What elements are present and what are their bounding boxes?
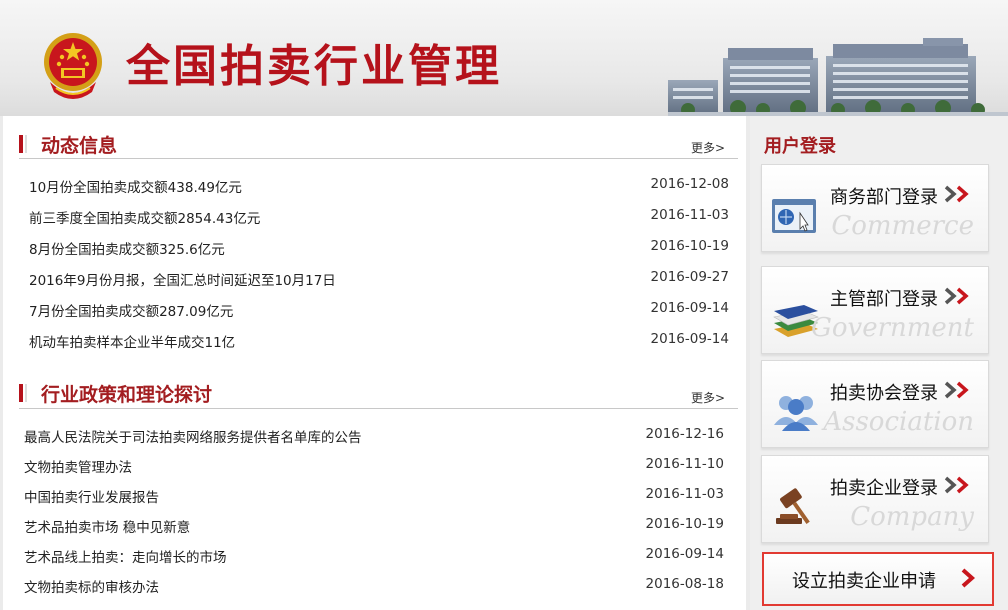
policy-item-title[interactable]: 最高人民法院关于司法拍卖网络服务提供者名单库的公告 <box>24 426 362 446</box>
news-section-title: 动态信息 <box>41 135 118 157</box>
policy-item-date: 2016-09-14 <box>645 546 724 562</box>
association-login-label: 拍卖协会登录 <box>830 383 938 404</box>
apply-auction-company-button[interactable]: 设立拍卖企业申请 <box>762 552 994 606</box>
commerce-login-label: 商务部门登录 <box>830 187 938 208</box>
main-content: 动态信息 更多> 10月份全国拍卖成交额438.49亿元 2016-12-08 前… <box>3 116 746 610</box>
news-list: 10月份全国拍卖成交额438.49亿元 2016-12-08 前三季度全国拍卖成交… <box>29 176 729 356</box>
policy-item-date: 2016-11-10 <box>645 456 724 472</box>
government-login-label: 主管部门登录 <box>830 289 938 310</box>
policy-item-title[interactable]: 文物拍卖标的审核办法 <box>24 576 159 596</box>
chevron-right-icon <box>961 568 976 588</box>
policy-item-title[interactable]: 文物拍卖管理办法 <box>24 456 132 476</box>
association-login-button[interactable]: 拍卖协会登录 Association <box>761 360 989 448</box>
news-item-title[interactable]: 2016年9月份月报，全国汇总时间延迟至10月17日 <box>29 269 336 289</box>
policy-divider <box>19 408 738 409</box>
commerce-login-english: Commerce <box>831 211 974 241</box>
policy-section-title: 行业政策和理论探讨 <box>41 384 213 406</box>
news-item-title[interactable]: 10月份全国拍卖成交额438.49亿元 <box>29 176 242 196</box>
news-item-title[interactable]: 7月份全国拍卖成交额287.09亿元 <box>29 300 233 320</box>
news-section-header: 动态信息 <box>19 131 739 157</box>
section-marker-secondary <box>25 135 27 153</box>
policy-item[interactable]: 文物拍卖管理办法 2016-11-10 <box>24 456 724 476</box>
news-item[interactable]: 10月份全国拍卖成交额438.49亿元 2016-12-08 <box>29 176 729 196</box>
policy-item[interactable]: 文物拍卖标的审核办法 2016-08-18 <box>24 576 724 596</box>
news-item-title[interactable]: 8月份全国拍卖成交额325.6亿元 <box>29 238 225 258</box>
policy-more-link[interactable]: 更多> <box>691 389 725 406</box>
login-sidebar: 用户登录 商务部门登录 Commerce 主管部门登录 Government 拍… <box>750 116 1008 610</box>
policy-item-title[interactable]: 艺术品线上拍卖：走向增长的市场 <box>24 546 227 566</box>
news-divider <box>19 158 738 159</box>
news-item[interactable]: 2016年9月份月报，全国汇总时间延迟至10月17日 2016-09-27 <box>29 269 729 289</box>
company-login-english: Company <box>850 502 974 532</box>
double-chevron-right-icon <box>944 185 969 203</box>
news-item-title[interactable]: 前三季度全国拍卖成交额2854.43亿元 <box>29 207 260 227</box>
policy-item[interactable]: 中国拍卖行业发展报告 2016-11-03 <box>24 486 724 506</box>
association-login-english: Association <box>823 407 974 437</box>
government-buildings-image <box>668 38 1008 116</box>
double-chevron-right-icon <box>944 381 969 399</box>
national-emblem-icon <box>44 33 102 99</box>
news-item-date: 2016-10-19 <box>650 238 729 254</box>
policy-item[interactable]: 艺术品拍卖市场 稳中见新意 2016-10-19 <box>24 516 724 536</box>
news-item[interactable]: 前三季度全国拍卖成交额2854.43亿元 2016-11-03 <box>29 207 729 227</box>
company-login-button[interactable]: 拍卖企业登录 Company <box>761 455 989 543</box>
browser-window-icon <box>772 199 816 233</box>
government-login-button[interactable]: 主管部门登录 Government <box>761 266 989 354</box>
policy-item[interactable]: 最高人民法院关于司法拍卖网络服务提供者名单库的公告 2016-12-16 <box>24 426 724 446</box>
policy-item-date: 2016-12-16 <box>645 426 724 442</box>
policy-section-header: 行业政策和理论探讨 <box>19 380 739 406</box>
news-item[interactable]: 8月份全国拍卖成交额325.6亿元 2016-10-19 <box>29 238 729 258</box>
policy-list: 最高人民法院关于司法拍卖网络服务提供者名单库的公告 2016-12-16 文物拍卖… <box>24 426 724 601</box>
policy-item-date: 2016-08-18 <box>645 576 724 592</box>
apply-label: 设立拍卖企业申请 <box>792 571 936 592</box>
gavel-icon <box>776 488 810 524</box>
news-item-date: 2016-09-14 <box>650 300 729 316</box>
site-title: 全国拍卖行业管理 <box>126 41 502 92</box>
policy-item-title[interactable]: 中国拍卖行业发展报告 <box>24 486 159 506</box>
users-icon <box>774 396 818 431</box>
news-more-link[interactable]: 更多> <box>691 139 725 156</box>
news-item-date: 2016-09-27 <box>650 269 729 285</box>
policy-item[interactable]: 艺术品线上拍卖：走向增长的市场 2016-09-14 <box>24 546 724 566</box>
policy-item-date: 2016-11-03 <box>645 486 724 502</box>
policy-item-date: 2016-10-19 <box>645 516 724 532</box>
double-chevron-right-icon <box>944 287 969 305</box>
news-item-date: 2016-09-14 <box>650 331 729 347</box>
commerce-login-button[interactable]: 商务部门登录 Commerce <box>761 164 989 252</box>
section-marker <box>19 384 23 402</box>
news-item-date: 2016-11-03 <box>650 207 729 223</box>
government-login-english: Government <box>811 313 974 343</box>
news-item-title[interactable]: 机动车拍卖样本企业半年成交11亿 <box>29 331 235 351</box>
news-item-date: 2016-12-08 <box>650 176 729 192</box>
site-header: 全国拍卖行业管理 <box>0 0 1008 116</box>
login-title: 用户登录 <box>764 136 836 157</box>
policy-item-title[interactable]: 艺术品拍卖市场 稳中见新意 <box>24 516 190 536</box>
section-marker <box>19 135 23 153</box>
section-marker-secondary <box>25 384 27 402</box>
double-chevron-right-icon <box>944 476 969 494</box>
news-item[interactable]: 机动车拍卖样本企业半年成交11亿 2016-09-14 <box>29 331 729 351</box>
news-item[interactable]: 7月份全国拍卖成交额287.09亿元 2016-09-14 <box>29 300 729 320</box>
company-login-label: 拍卖企业登录 <box>830 478 938 499</box>
